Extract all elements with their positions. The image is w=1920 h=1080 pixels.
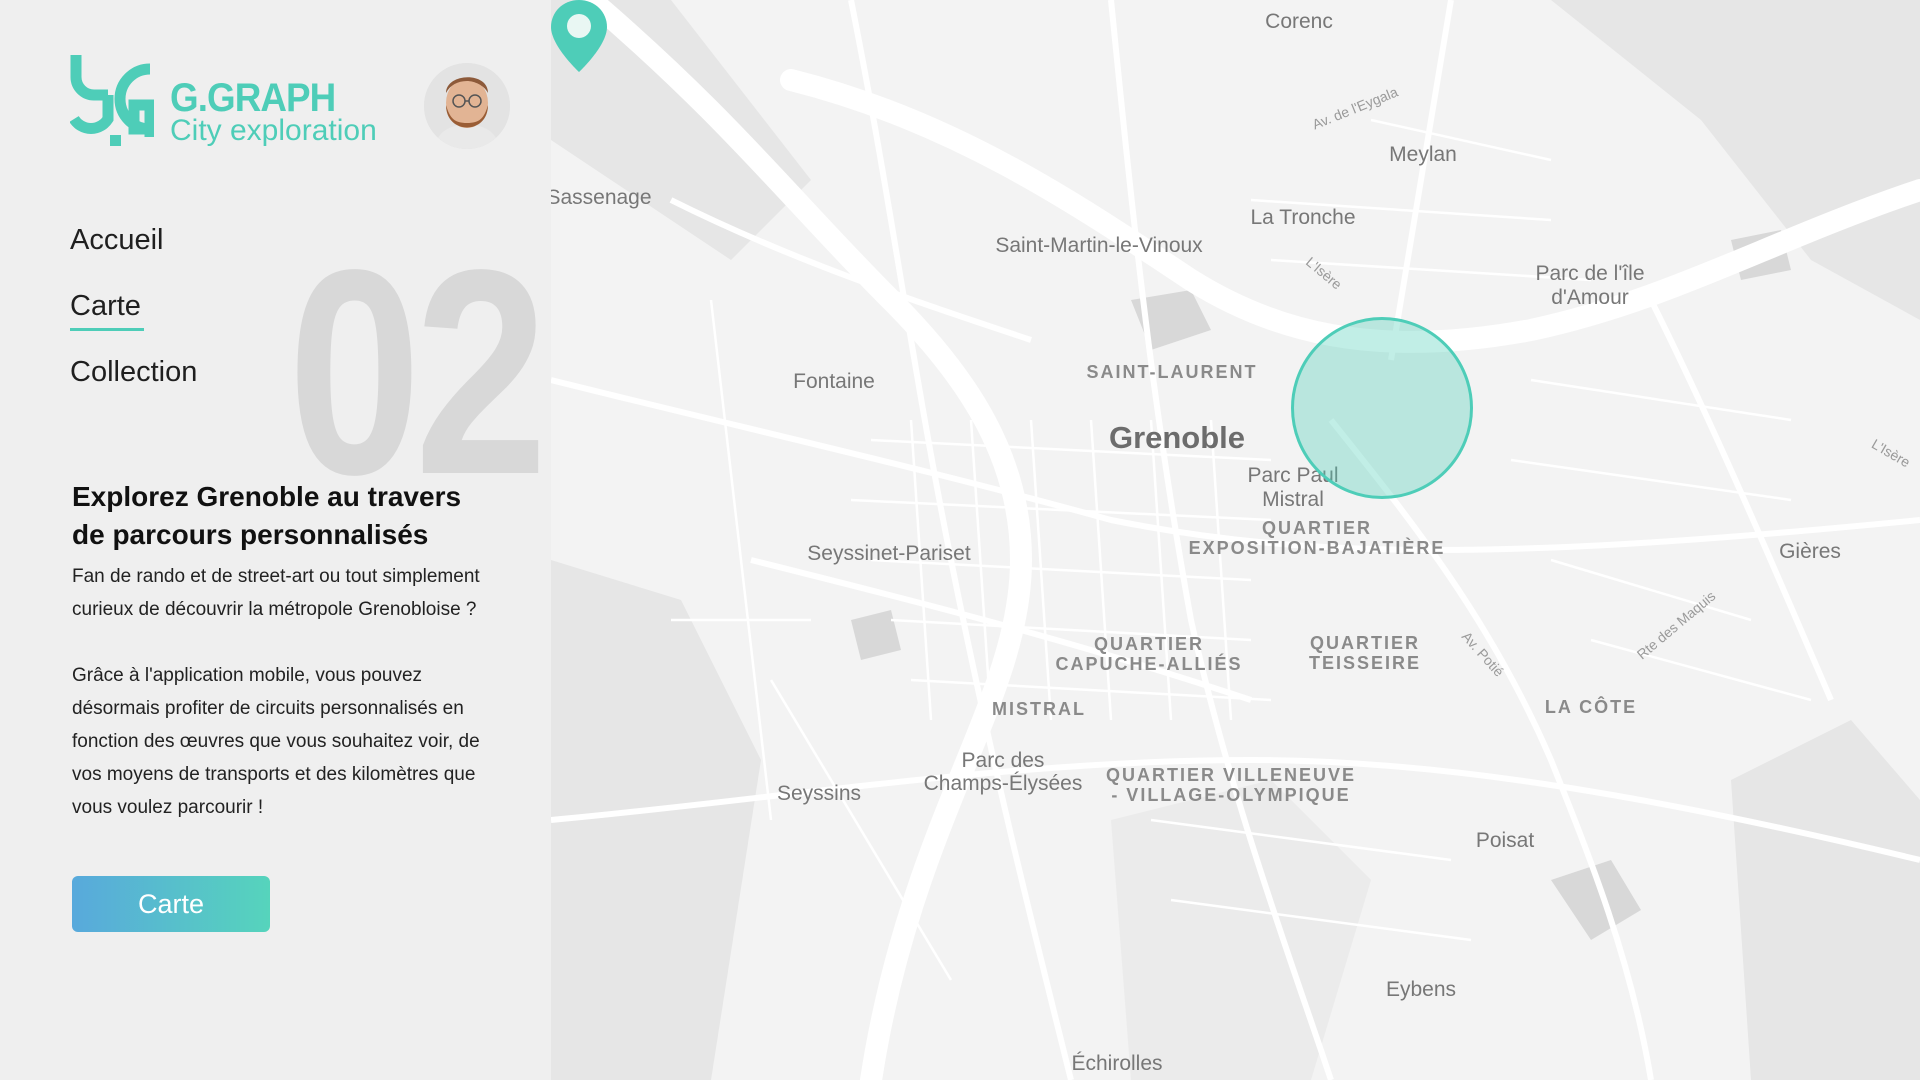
parc-ile-line-2: d'Amour bbox=[1551, 286, 1629, 309]
location-highlight-circle[interactable] bbox=[1291, 317, 1473, 499]
headline-line-2: de parcours personnalisés bbox=[72, 519, 429, 550]
teisseire-line-1: QUARTIER bbox=[1310, 633, 1420, 653]
map-label-gieres: Gières bbox=[1779, 540, 1841, 563]
headline-line-1: Explorez Grenoble au travers bbox=[72, 481, 462, 512]
avatar-portrait bbox=[424, 63, 510, 149]
map-cta-button[interactable]: Carte bbox=[72, 876, 270, 932]
exposition-line-1: QUARTIER bbox=[1261, 518, 1372, 538]
map-label-capuche: QUARTIER CAPUCHE-ALLIÉS bbox=[1055, 634, 1242, 674]
nav-item-collection[interactable]: Collection bbox=[70, 352, 197, 418]
map-label-seyssins: Seyssins bbox=[776, 782, 862, 805]
parc-ile-line-1: Parc de l'île bbox=[1535, 262, 1645, 285]
map-label-seyssinet: Seyssinet-Pariset bbox=[807, 542, 971, 565]
city-map[interactable]: Corenc Av. de l'Eygala Meylan Sassenage … bbox=[551, 0, 1920, 1080]
intro-paragraph-2: Grâce à l'application mobile, vous pouve… bbox=[72, 665, 480, 818]
map-label-poisat: Poisat bbox=[1475, 829, 1535, 852]
map-label-teisseire: QUARTIER TEISSEIRE bbox=[1309, 633, 1421, 673]
map-label-meylan: Meylan bbox=[1389, 143, 1457, 166]
intro-headline: Explorez Grenoble au travers de parcours… bbox=[72, 478, 492, 554]
champs-line-2: Champs-Élysées bbox=[923, 772, 1083, 795]
map-label-la-tronche: La Tronche bbox=[1250, 206, 1356, 229]
map-label-eybens: Eybens bbox=[1385, 978, 1457, 1001]
capuche-line-1: QUARTIER bbox=[1093, 634, 1204, 654]
map-label-grenoble: Grenoble bbox=[1108, 420, 1246, 455]
map-label-saint-martin: Saint-Martin-le-Vinoux bbox=[995, 234, 1203, 257]
brand-tagline: City exploration bbox=[170, 114, 377, 147]
map-label-champs-elysees: Parc des Champs-Élysées bbox=[924, 749, 1083, 795]
villeneuve-line-2: - VILLAGE-OLYMPIQUE bbox=[1111, 785, 1351, 805]
map-label-parc-ile: Parc de l'île d'Amour bbox=[1535, 262, 1644, 310]
main-nav: Accueil Carte Collection bbox=[70, 220, 197, 418]
villeneuve-line-1: QUARTIER VILLENEUVE bbox=[1105, 765, 1357, 785]
nav-item-accueil[interactable]: Accueil bbox=[70, 220, 197, 286]
brand-name: G.GRAPH bbox=[170, 76, 336, 120]
nav-item-carte[interactable]: Carte bbox=[70, 286, 197, 352]
sidebar: G.GRAPH City exploration 02 Accueil Cart… bbox=[0, 0, 551, 1080]
map-label-la-cote: LA CÔTE bbox=[1544, 697, 1638, 717]
map-label-sassenage: Sassenage bbox=[551, 186, 652, 209]
section-number: 02 bbox=[288, 209, 548, 535]
map-label-saint-laurent: SAINT-LAURENT bbox=[1086, 362, 1258, 382]
user-avatar[interactable] bbox=[424, 63, 510, 149]
map-label-corenc: Corenc bbox=[1265, 10, 1333, 33]
brand-logo-icon[interactable] bbox=[70, 55, 154, 147]
map-label-exposition: QUARTIER EXPOSITION-BAJATIÈRE bbox=[1189, 518, 1446, 558]
location-pin-icon[interactable] bbox=[551, 0, 607, 72]
capuche-line-2: CAPUCHE-ALLIÉS bbox=[1055, 654, 1243, 674]
map-label-mistral: MISTRAL bbox=[992, 699, 1086, 719]
intro-paragraph-1: Fan de rando et de street-art ou tout si… bbox=[72, 566, 480, 620]
champs-line-1: Parc des bbox=[961, 749, 1045, 772]
exposition-line-2: EXPOSITION-BAJATIÈRE bbox=[1188, 538, 1446, 558]
map-label-echirolles: Échirolles bbox=[1071, 1052, 1163, 1075]
teisseire-line-2: TEISSEIRE bbox=[1308, 653, 1422, 673]
map-label-fontaine: Fontaine bbox=[793, 370, 875, 393]
parc-paul-line-2: Mistral bbox=[1262, 488, 1324, 511]
map-label-villeneuve: QUARTIER VILLENEUVE - VILLAGE-OLYMPIQUE bbox=[1106, 765, 1356, 805]
